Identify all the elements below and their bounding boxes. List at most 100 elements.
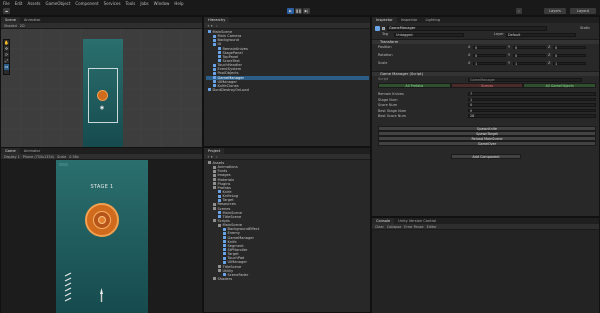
- folder-icon: [213, 173, 216, 177]
- transform-y-field[interactable]: 0: [513, 45, 546, 50]
- tab-all-gameobjects[interactable]: All GameObjects: [523, 83, 597, 88]
- layer-dropdown[interactable]: Default: [506, 33, 576, 37]
- transform-x-field[interactable]: 1: [473, 61, 506, 66]
- folder-icon: [213, 202, 216, 206]
- console-control[interactable]: Clear: [375, 225, 384, 229]
- transform-header[interactable]: Transform: [372, 39, 599, 44]
- gameobject-icon: [208, 88, 211, 92]
- mode-2d-toggle[interactable]: 2D: [20, 24, 25, 28]
- gameobject-icon: [213, 63, 216, 67]
- create-asset-dropdown[interactable]: + ▾: [207, 155, 213, 159]
- gameobject-icon: [223, 273, 226, 277]
- gameobject-icon: [218, 46, 221, 50]
- active-checkbox[interactable]: [382, 27, 385, 30]
- transform-x-field[interactable]: 0: [473, 53, 506, 58]
- tab-lighting[interactable]: Lighting: [422, 17, 445, 23]
- field-value[interactable]: 0: [468, 103, 596, 107]
- gameobject-icon: [213, 80, 216, 84]
- folder-icon: [213, 277, 216, 281]
- layout-dropdown[interactable]: Layout: [570, 8, 596, 14]
- folder-item[interactable]: Shaders: [206, 277, 369, 281]
- hierarchy-search-icon[interactable]: ⌕: [216, 24, 218, 28]
- object-name-field[interactable]: GameManager: [387, 26, 547, 31]
- axis-label: Y: [508, 45, 511, 49]
- shading-dropdown[interactable]: Shaded: [4, 24, 17, 28]
- axis-label: X: [468, 61, 471, 65]
- search-icon[interactable]: ⌕: [516, 8, 522, 14]
- scale-value[interactable]: 0.58x: [69, 155, 79, 159]
- add-component-button[interactable]: Add Component: [451, 154, 521, 159]
- folder-icon: [213, 177, 216, 181]
- static-toggle[interactable]: Static: [580, 26, 590, 30]
- tab-scenes[interactable]: Scenes: [450, 83, 524, 88]
- knife-sprite: [100, 288, 103, 302]
- field-value[interactable]: 28: [468, 114, 596, 118]
- script-action-button[interactable]: SpawnTarget: [378, 131, 596, 136]
- gameobject-icon: [218, 55, 221, 59]
- menu-item[interactable]: Help: [174, 1, 183, 6]
- tree-item[interactable]: DontDestroyOnLoad: [206, 88, 369, 92]
- menu-item[interactable]: Jobs: [140, 1, 148, 6]
- scene-viewport[interactable]: ✋ ✥ ⟳ ⤢ ▭ ◉: [1, 29, 202, 147]
- gameobject-icon: [218, 215, 221, 219]
- menu-item[interactable]: GameObject: [45, 1, 70, 6]
- menu-item[interactable]: File: [3, 1, 10, 6]
- transform-y-field[interactable]: 0: [513, 53, 546, 58]
- transform-z-field[interactable]: 1: [553, 61, 586, 66]
- gameobject-icon: [223, 235, 226, 239]
- main-toolbar: ☁ ▶ ❚❚ ▶| ⌕ Layers Layout: [0, 6, 600, 16]
- folder-icon: [213, 165, 216, 169]
- console-control[interactable]: Error Pause: [404, 225, 423, 229]
- layers-dropdown[interactable]: Layers: [544, 8, 566, 14]
- tag-dropdown[interactable]: Untagged: [394, 33, 464, 37]
- inspector-panel: Inspector Inspector Lighting GameManager…: [371, 16, 600, 217]
- script-action-button[interactable]: Reload MainScene: [378, 136, 596, 141]
- project-tree: Assets Animations Fonts Images Materials Plug…: [206, 161, 369, 281]
- project-panel: Project + ▾ ⌕ Assets Animations Fonts Images…: [203, 147, 371, 313]
- tab-all-prefabs[interactable]: All Prefabs: [378, 83, 451, 88]
- tab-inspector[interactable]: Inspector: [372, 17, 397, 23]
- menu-item[interactable]: Window: [154, 1, 170, 6]
- menu-item[interactable]: Tools: [126, 1, 136, 6]
- create-dropdown[interactable]: + ▾: [207, 24, 213, 28]
- menu-item[interactable]: Edit: [15, 1, 23, 6]
- display-dropdown[interactable]: Display 1: [4, 155, 20, 159]
- transform-z-field[interactable]: 0: [553, 53, 586, 58]
- pause-button[interactable]: ❚❚: [295, 8, 302, 14]
- folder-icon: [213, 169, 216, 173]
- account-button[interactable]: ☁: [3, 8, 10, 14]
- axis-label: Y: [508, 61, 511, 65]
- console-control[interactable]: Editor: [427, 225, 437, 229]
- menu-item[interactable]: Services: [104, 1, 121, 6]
- gameobject-icon: [213, 38, 216, 42]
- step-button[interactable]: ▶|: [303, 8, 310, 14]
- scene-panel: Scene Animator Shaded 2D ✋ ✥ ⟳ ⤢ ▭ ◉: [0, 16, 203, 147]
- component-header[interactable]: Game Manager (Script): [372, 71, 599, 76]
- transform-z-field[interactable]: 0: [553, 45, 586, 50]
- game-canvas: STAGE 1: [56, 160, 148, 313]
- game-viewport[interactable]: STAGE 1: [1, 160, 202, 313]
- axis-label: Y: [508, 53, 511, 57]
- field-value[interactable]: 1: [468, 97, 596, 102]
- play-button[interactable]: ▶: [287, 8, 294, 14]
- gameobject-icon: [223, 244, 226, 248]
- gameobject-icon: [223, 231, 226, 235]
- menu-item[interactable]: Component: [75, 1, 98, 6]
- field-value[interactable]: 7: [468, 92, 596, 96]
- transform-y-field[interactable]: 1: [513, 61, 546, 66]
- project-search-icon[interactable]: ⌕: [216, 155, 218, 159]
- console-control[interactable]: Collapse: [387, 225, 401, 229]
- scene-canvas: ◉: [83, 39, 123, 147]
- game-panel: Game Animator Display 1 Phone (750x1334)…: [0, 147, 203, 313]
- resolution-dropdown[interactable]: Phone (750x1334): [23, 155, 54, 159]
- target-log: [85, 203, 119, 237]
- gameobject-icon: [213, 84, 216, 88]
- transform-x-field[interactable]: 0: [473, 45, 506, 50]
- menu-item[interactable]: Assets: [27, 1, 40, 6]
- script-action-button[interactable]: SpawnKnife: [378, 126, 596, 131]
- tab-inspector-2[interactable]: Inspector: [397, 17, 422, 23]
- rect-tool-icon[interactable]: ▭: [4, 64, 9, 70]
- field-value[interactable]: 0: [468, 108, 596, 113]
- script-action-button[interactable]: GameOver: [378, 141, 596, 146]
- tool-palette: ✋ ✥ ⟳ ⤢ ▭: [3, 39, 10, 75]
